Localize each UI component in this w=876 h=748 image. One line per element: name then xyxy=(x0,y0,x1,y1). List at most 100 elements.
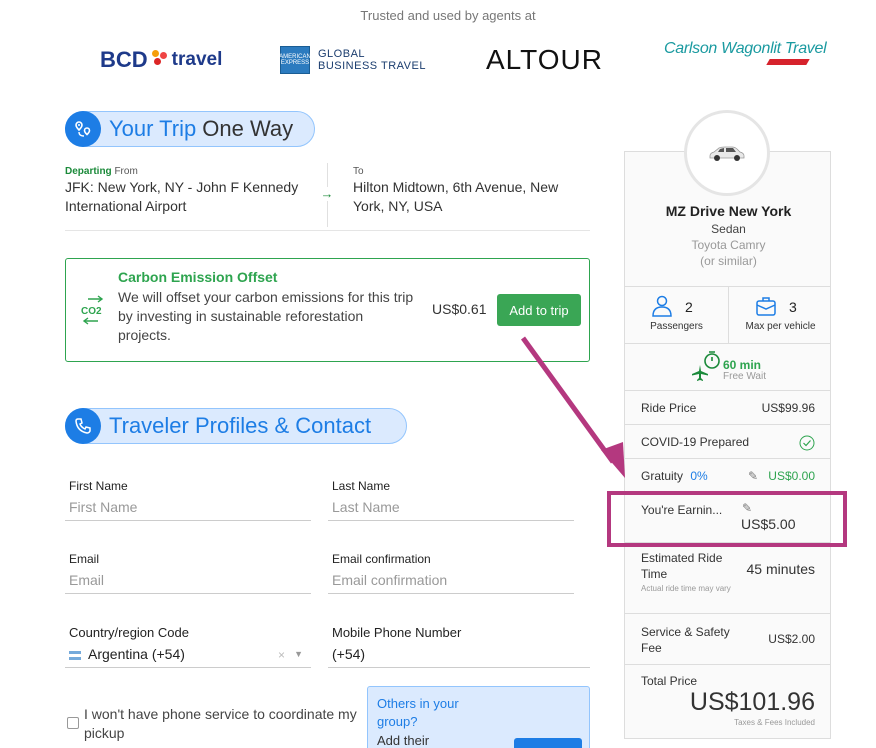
vehicle-class: Sedan xyxy=(711,222,746,236)
carbon-offset-card: CO2 Carbon Emission Offset We will offse… xyxy=(65,258,590,362)
bag-capacity: 3 Max per vehicle xyxy=(729,287,832,343)
service-fee-row: Service & Safety Fee US$2.00 xyxy=(641,624,815,658)
email-confirmation-field: Email confirmation Email confirmation xyxy=(328,552,574,594)
add-to-trip-button[interactable]: Add to trip xyxy=(497,294,581,326)
free-wait-info: 60 min Free Wait xyxy=(691,350,811,386)
carlson-bar-icon xyxy=(766,59,810,65)
your-trip-header: Your Trip One Way xyxy=(65,111,315,147)
ride-price-value: US$99.96 xyxy=(761,401,815,415)
carbon-price: US$0.61 xyxy=(432,301,487,317)
amex-line2: BUSINESS TRAVEL xyxy=(318,60,426,72)
route-pin-icon xyxy=(65,111,101,147)
trip-type: One Way xyxy=(202,116,294,141)
amex-line1: GLOBAL xyxy=(318,48,366,60)
email-input[interactable]: Email xyxy=(65,572,311,594)
free-wait-time: 60 min xyxy=(723,358,762,372)
carlson-logo-text: Carlson Wagonlit Travel xyxy=(664,40,827,57)
covid-row: COVID-19 Prepared xyxy=(641,435,815,451)
vehicle-similar: (or similar) xyxy=(700,254,757,268)
mobile-phone-label: Mobile Phone Number xyxy=(332,625,462,640)
earnings-highlight-box xyxy=(607,491,847,547)
service-fee-value: US$2.00 xyxy=(768,632,815,646)
traveler-title: Traveler Profiles & Contact xyxy=(109,413,372,438)
from-label: From xyxy=(114,166,138,177)
others-title: Others in your group? xyxy=(377,696,459,729)
arrow-right-icon: → xyxy=(320,186,334,201)
total-price-label: Total Price xyxy=(641,674,698,688)
carlson-wagonlit-logo: Carlson Wagonlit Travel xyxy=(664,40,827,80)
divider xyxy=(625,664,830,665)
bag-label: Max per vehicle xyxy=(745,321,816,332)
bcd-logo-sub: travel xyxy=(171,49,223,70)
departing-label: Departing xyxy=(65,166,112,177)
gratuity-label: Gratuity xyxy=(641,469,684,483)
divider xyxy=(625,343,830,344)
total-price-row: Total Price US$101.96 Taxes & Fees Inclu… xyxy=(641,674,815,734)
others-in-group-card: Others in your group? Add their xyxy=(367,686,590,748)
bcd-dots-icon xyxy=(150,50,168,70)
carbon-description: We will offset your carbon emissions for… xyxy=(118,289,414,343)
estimated-time-note: Actual ride time may vary xyxy=(641,584,731,593)
gratuity-value: US$0.00 xyxy=(768,469,815,483)
luggage-icon xyxy=(756,297,776,316)
divider xyxy=(625,613,830,614)
ride-price-label: Ride Price xyxy=(641,401,697,415)
argentina-flag-icon xyxy=(69,651,81,660)
ride-price-row: Ride Price US$99.96 xyxy=(641,401,815,415)
last-name-input[interactable]: Last Name xyxy=(328,499,574,521)
svg-text:CO2: CO2 xyxy=(81,306,102,317)
booking-summary-panel: MZ Drive New York Sedan Toyota Camry (or… xyxy=(624,151,831,739)
email-field: Email Email xyxy=(65,552,311,594)
total-price-value: US$101.96 xyxy=(689,688,815,716)
divider xyxy=(625,458,830,459)
email-confirm-input[interactable]: Email confirmation xyxy=(328,572,574,594)
amex-gbt-logo: AMERICAN EXPRESS GLOBAL BUSINESS TRAVEL xyxy=(279,40,426,80)
from-location: JFK: New York, NY - John F Kennedy Inter… xyxy=(65,179,299,214)
first-name-label: First Name xyxy=(69,479,128,493)
mobile-phone-field: Mobile Phone Number (+54) xyxy=(328,625,590,668)
gratuity-row: Gratuity 0% ✎ US$0.00 xyxy=(641,469,815,483)
first-name-field: First Name First Name xyxy=(65,479,311,521)
add-traveler-button[interactable] xyxy=(514,738,582,748)
clear-icon[interactable]: × xyxy=(278,648,285,662)
passenger-icon xyxy=(652,295,672,317)
arrival-info: To Hilton Midtown, 6th Avenue, New York,… xyxy=(353,166,590,216)
total-price-note: Taxes & Fees Included xyxy=(734,718,815,727)
vehicle-company: MZ Drive New York xyxy=(665,203,792,219)
divider xyxy=(625,390,830,391)
bag-count: 3 xyxy=(789,299,797,315)
mobile-phone-input[interactable]: (+54) xyxy=(328,646,590,668)
phone-icon xyxy=(65,408,101,444)
sedan-car-icon xyxy=(709,146,745,161)
email-label: Email xyxy=(69,552,100,566)
estimated-time-row: Estimated Ride Time Actual ride time may… xyxy=(641,550,815,606)
to-label: To xyxy=(353,166,364,177)
no-phone-checkbox[interactable] xyxy=(67,717,79,729)
annotation-arrow-icon xyxy=(520,336,625,478)
country-code-field: Country/region Code Argentina (+54) × ▼ xyxy=(65,625,311,668)
divider xyxy=(625,424,830,425)
departure-info: Departing From JFK: New York, NY - John … xyxy=(65,166,315,216)
bcd-logo-text: BCD xyxy=(100,47,148,72)
partner-logos: BCD travel AMERICAN EXPRESS GLOBAL BUSIN… xyxy=(90,40,830,80)
first-name-input[interactable]: First Name xyxy=(65,499,311,521)
estimated-time-value: 45 minutes xyxy=(746,561,815,577)
passenger-label: Passengers xyxy=(650,321,703,332)
pencil-icon[interactable]: ✎ xyxy=(748,469,758,483)
carbon-title: Carbon Emission Offset xyxy=(118,269,278,285)
chevron-down-icon[interactable]: ▼ xyxy=(294,649,303,659)
to-location: Hilton Midtown, 6th Avenue, New York, NY… xyxy=(353,179,559,214)
vehicle-image xyxy=(684,110,770,196)
others-subtitle: Add their xyxy=(377,733,430,748)
gratuity-percent[interactable]: 0% xyxy=(690,469,707,483)
stopwatch-icon xyxy=(704,351,720,369)
bcd-travel-logo: BCD travel xyxy=(100,40,222,80)
trip-route: Departing From JFK: New York, NY - John … xyxy=(65,163,590,231)
no-phone-text: I won't have phone service to coordinate… xyxy=(84,706,357,741)
covid-label: COVID-19 Prepared xyxy=(641,435,750,449)
country-code-select[interactable]: Argentina (+54) × ▼ xyxy=(65,646,311,668)
country-code-value: Argentina (+54) xyxy=(88,646,185,662)
traveler-header: Traveler Profiles & Contact xyxy=(65,408,407,444)
email-confirm-label: Email confirmation xyxy=(332,552,431,566)
trip-title: Your Trip xyxy=(109,116,197,141)
